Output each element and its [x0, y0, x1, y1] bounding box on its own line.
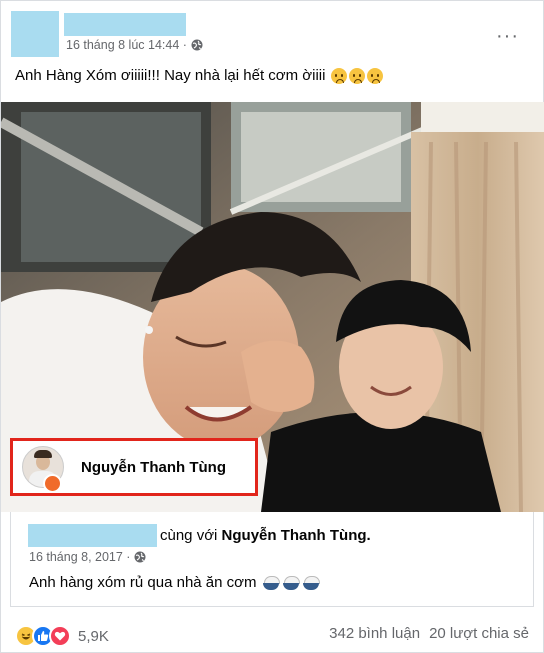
- globe-icon: [134, 551, 146, 563]
- shared-author-redacted[interactable]: [28, 524, 157, 547]
- shared-text: Anh hàng xóm rủ qua nhà ăn cơm: [29, 574, 321, 591]
- love-reaction-icon: [49, 625, 71, 647]
- tagged-user-name[interactable]: Nguyễn Thanh Tùng: [81, 459, 226, 476]
- engagement-counts: 342 bình luận 20 lượt chia sẻ: [329, 625, 529, 642]
- rice-bowl-emoji: [302, 575, 321, 590]
- sad-face-emoji: [331, 67, 348, 84]
- reaction-summary[interactable]: 5,9K: [15, 625, 109, 647]
- more-options-button[interactable]: ···: [496, 26, 519, 46]
- shared-text-body: Anh hàng xóm rủ qua nhà ăn cơm: [29, 574, 257, 591]
- author-name-redacted[interactable]: [64, 13, 186, 36]
- globe-icon: [191, 39, 203, 51]
- post-meta: 16 tháng 8 lúc 14:44 ·: [66, 38, 203, 52]
- rice-bowl-emoji: [282, 575, 301, 590]
- post-caption-text: Anh Hàng Xóm ơiiiii!!! Nay nhà lại hết c…: [15, 67, 326, 84]
- shared-memory-card: cùng với Nguyễn Thanh Tùng. 16 tháng 8, …: [10, 512, 534, 607]
- shared-timestamp[interactable]: 16 tháng 8, 2017 ·: [29, 550, 130, 564]
- post-footer: 5,9K 342 bình luận 20 lượt chia sẻ: [1, 617, 544, 649]
- shared-meta: 16 tháng 8, 2017 ·: [29, 550, 146, 564]
- share-count[interactable]: 20 lượt chia sẻ: [429, 625, 529, 642]
- post-card: 16 tháng 8 lúc 14:44 · ··· Anh Hàng Xóm …: [0, 0, 544, 653]
- sad-face-emoji: [367, 67, 384, 84]
- rice-bowl-emoji: [262, 575, 281, 590]
- sad-face-emoji: [349, 67, 366, 84]
- post-caption: Anh Hàng Xóm ơiiiii!!! Nay nhà lại hết c…: [15, 67, 384, 84]
- reaction-count[interactable]: 5,9K: [78, 628, 109, 645]
- post-timestamp[interactable]: 16 tháng 8 lúc 14:44 ·: [66, 38, 187, 52]
- shared-with-name[interactable]: Nguyễn Thanh Tùng.: [222, 527, 371, 544]
- angry-reaction-badge-icon: [43, 474, 62, 493]
- comment-count[interactable]: 342 bình luận: [329, 625, 420, 642]
- with-prefix: cùng với: [160, 527, 218, 544]
- author-avatar-redacted[interactable]: [11, 11, 59, 57]
- shared-with-line: cùng với Nguyễn Thanh Tùng.: [160, 527, 371, 544]
